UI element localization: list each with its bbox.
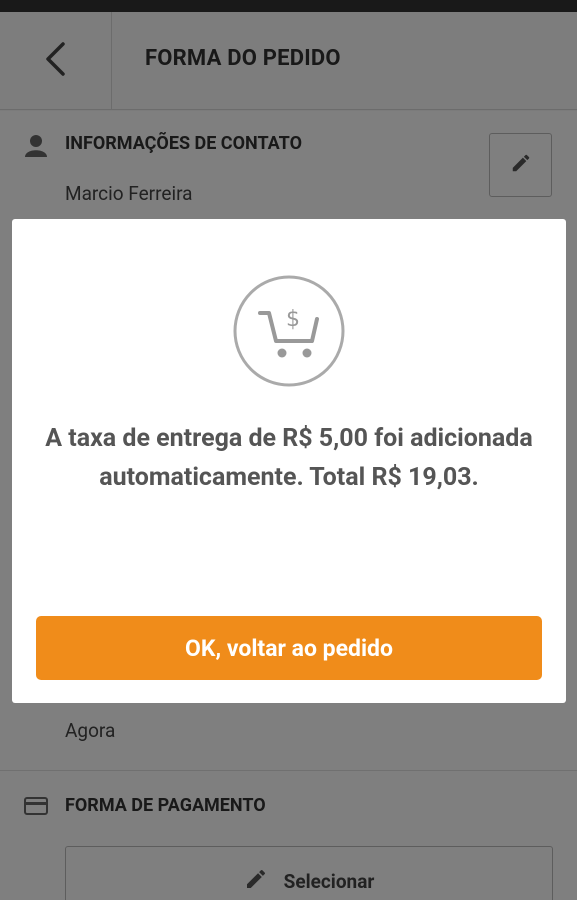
dialog-message: A taxa de entrega de R$ 5,00 foi adicion… xyxy=(45,424,533,492)
delivery-fee-dialog: $ A taxa de entrega de R$ 5,00 foi adici… xyxy=(12,219,566,703)
cart-dollar-icon: $ xyxy=(233,275,345,391)
ok-back-to-order-button[interactable]: OK, voltar ao pedido xyxy=(36,616,542,680)
svg-text:$: $ xyxy=(286,307,300,332)
